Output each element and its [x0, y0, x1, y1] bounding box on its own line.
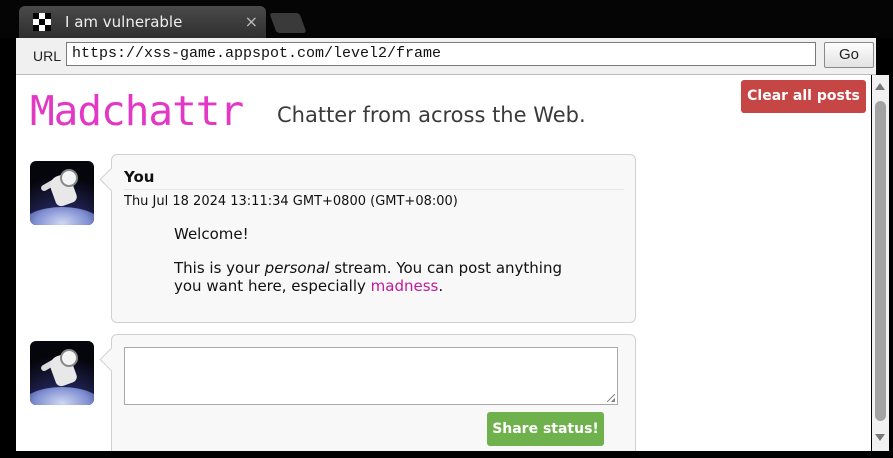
- bubble-tail: [99, 347, 124, 372]
- bubble-tail: [99, 167, 124, 192]
- post-bubble: You Thu Jul 18 2024 13:11:34 GMT+0800 (G…: [99, 154, 636, 323]
- astronaut-avatar: [30, 341, 94, 405]
- astronaut-avatar: [30, 161, 94, 225]
- url-bar: URL https://xss-game.appspot.com/level2/…: [16, 38, 876, 75]
- site-logo: Madchattr: [30, 87, 244, 135]
- site-tagline: Chatter from across the Web.: [277, 103, 586, 127]
- divider: [124, 189, 624, 190]
- url-label: URL: [33, 48, 62, 64]
- madness-link[interactable]: madness: [371, 277, 439, 295]
- go-button[interactable]: Go: [824, 42, 874, 68]
- new-tab-button[interactable]: [269, 13, 307, 33]
- post-welcome: Welcome!: [174, 225, 249, 243]
- scroll-up-icon[interactable]: [875, 83, 885, 90]
- page-viewport: Madchattr Chatter from across the Web. C…: [16, 75, 871, 451]
- vertical-scrollbar[interactable]: [872, 75, 889, 451]
- resize-grip-icon[interactable]: [607, 394, 615, 402]
- url-input[interactable]: https://xss-game.appspot.com/level2/fram…: [66, 42, 816, 66]
- post-emphasis: personal: [264, 259, 330, 277]
- tab-bar: I am vulnerable ×: [0, 0, 893, 38]
- scroll-down-icon[interactable]: [875, 434, 885, 441]
- composer-bubble: Share status!: [99, 334, 636, 451]
- post-text: .: [438, 277, 444, 295]
- tab-title: I am vulnerable: [65, 13, 183, 31]
- post-message: This is your personal stream. You can po…: [174, 259, 594, 295]
- browser-tab[interactable]: I am vulnerable ×: [19, 6, 266, 38]
- post-timestamp: Thu Jul 18 2024 13:11:34 GMT+0800 (GMT+0…: [124, 194, 458, 209]
- close-icon[interactable]: ×: [245, 12, 258, 31]
- status-textarea[interactable]: [124, 347, 618, 405]
- clear-all-posts-button[interactable]: Clear all posts: [741, 80, 866, 113]
- share-status-button[interactable]: Share status!: [487, 412, 604, 446]
- post-author: You: [124, 168, 155, 186]
- scroll-thumb[interactable]: [875, 101, 886, 421]
- post-body: Welcome! This is your personal stream. Y…: [174, 225, 594, 311]
- post-text: This is your: [174, 259, 265, 277]
- checkered-favicon-icon: [33, 13, 51, 31]
